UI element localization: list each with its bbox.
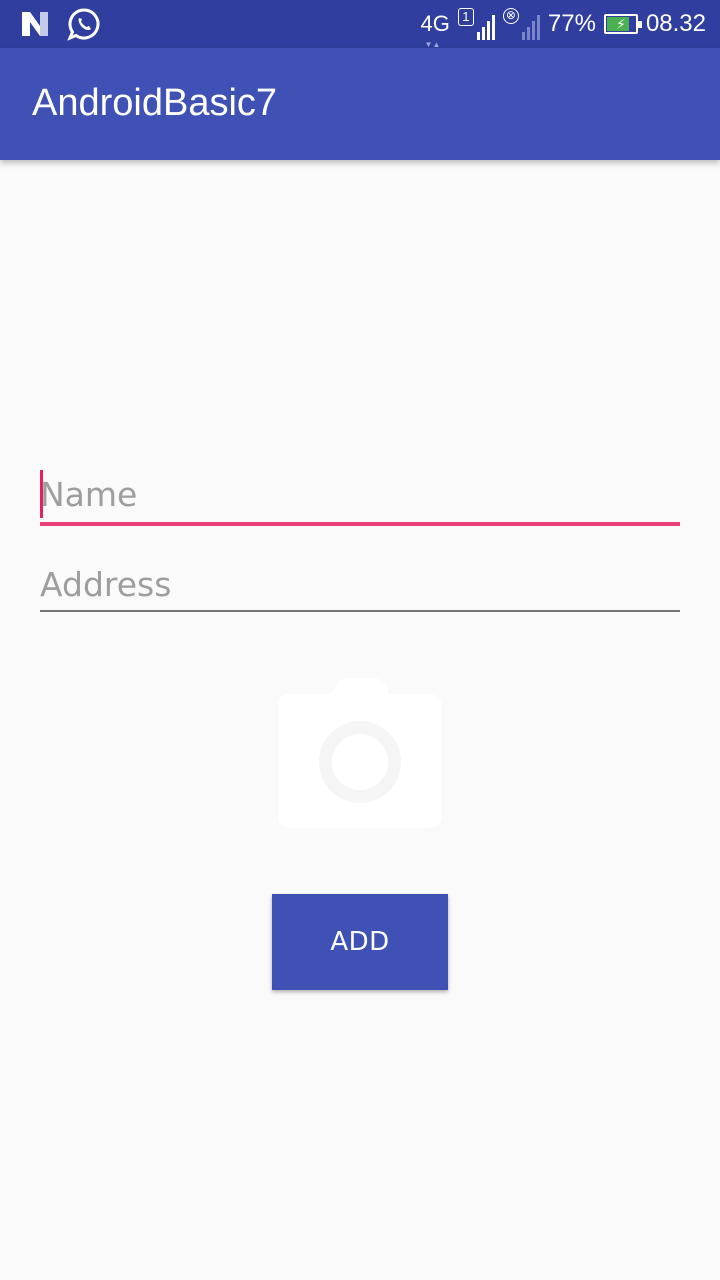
signal-bars-icon bbox=[476, 14, 495, 40]
text-cursor bbox=[40, 470, 43, 518]
clock: 08.32 bbox=[645, 10, 706, 37]
name-underline bbox=[40, 522, 680, 526]
network-label: 4G bbox=[420, 11, 450, 36]
sim1-signal: 1 bbox=[457, 8, 495, 40]
whatsapp-icon bbox=[67, 8, 100, 41]
app-bar: AndroidBasic7 bbox=[0, 48, 720, 160]
add-button[interactable]: ADD bbox=[272, 894, 448, 990]
network-type: 4G ▼▲ bbox=[420, 11, 450, 49]
name-input[interactable] bbox=[40, 472, 680, 518]
sim2-signal: ⊗ bbox=[502, 8, 540, 40]
status-indicators: 4G ▼▲ 1 ⊗ 77% ⚡ 08.32 bbox=[420, 0, 706, 49]
sim2-no-service-icon: ⊗ bbox=[502, 8, 519, 24]
signal-bars-empty-icon bbox=[521, 14, 540, 40]
status-bar: 4G ▼▲ 1 ⊗ 77% ⚡ 08.32 bbox=[0, 0, 720, 49]
camera-icon[interactable] bbox=[276, 676, 444, 830]
name-field[interactable] bbox=[40, 470, 680, 526]
battery-charging-icon: ⚡ bbox=[603, 14, 642, 34]
n-notification-icon bbox=[22, 12, 48, 36]
address-underline bbox=[40, 610, 680, 612]
sim1-label: 1 bbox=[457, 8, 474, 26]
address-field[interactable] bbox=[40, 562, 680, 612]
app-title: AndroidBasic7 bbox=[32, 82, 278, 124]
battery-percent: 77% bbox=[547, 10, 596, 37]
address-input[interactable] bbox=[40, 562, 680, 608]
